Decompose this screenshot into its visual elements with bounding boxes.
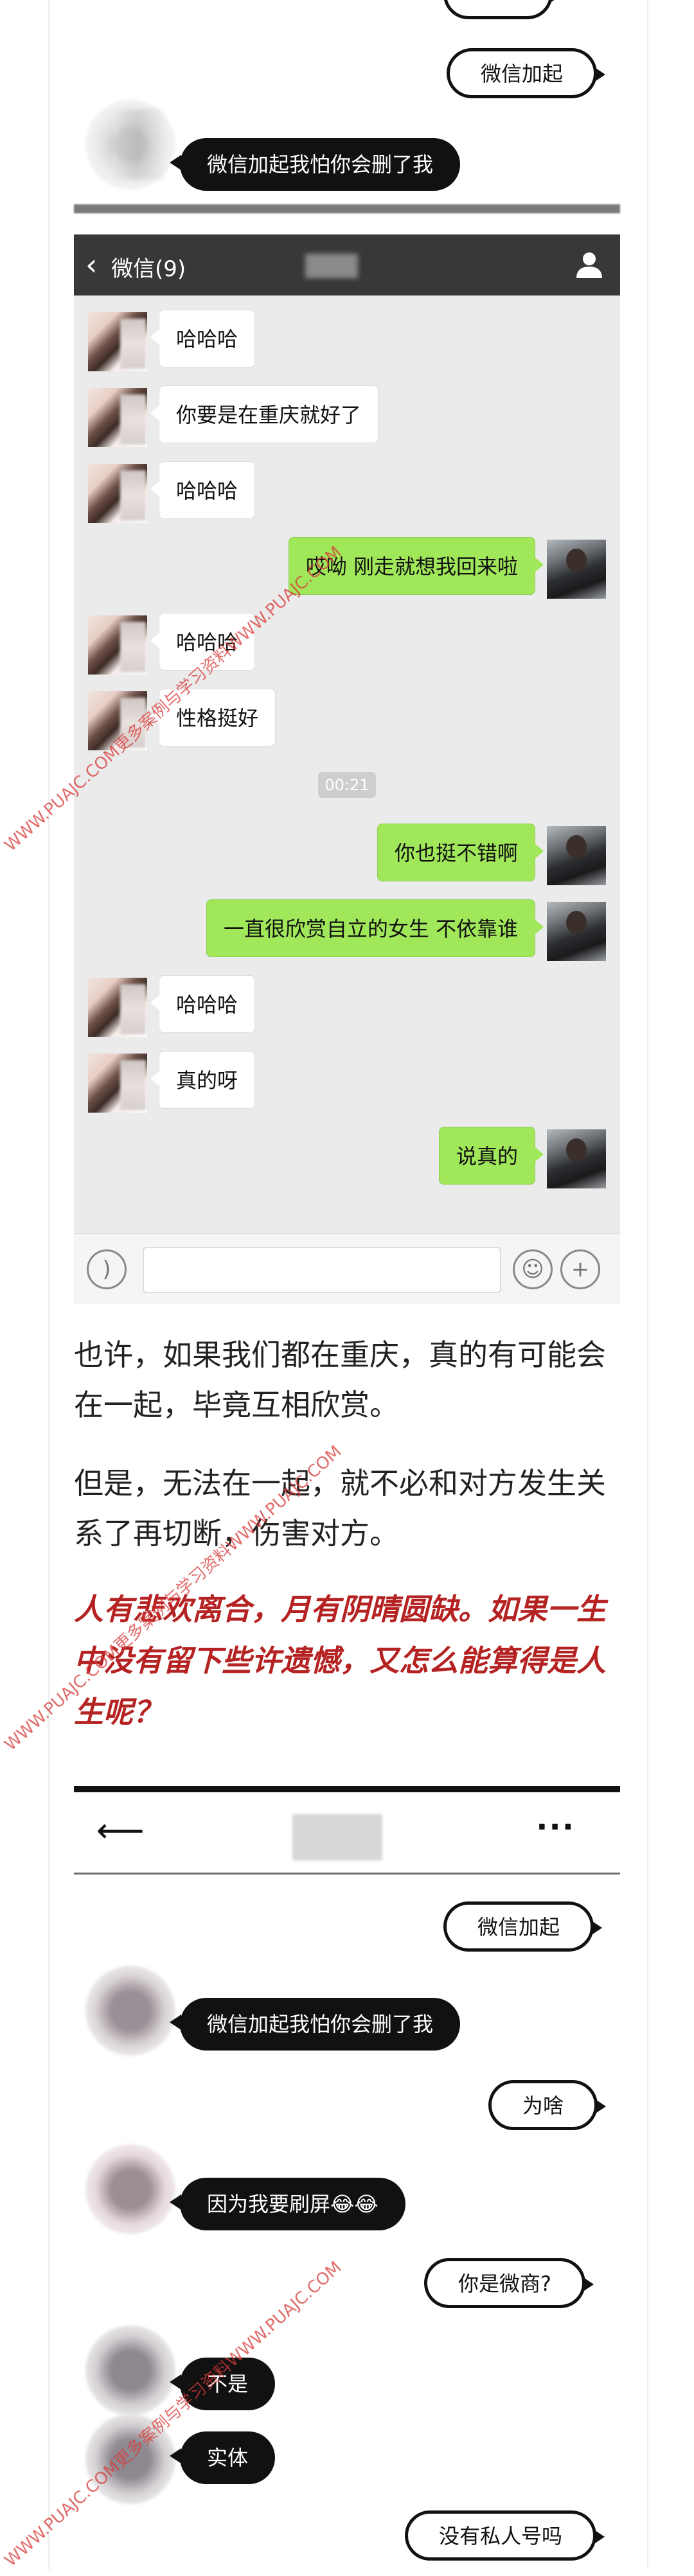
message-bubble: 哈哈哈 bbox=[150, 461, 256, 519]
voice-icon[interactable]: ) bbox=[87, 1249, 127, 1289]
message-row: 你要是在重庆就好了 bbox=[74, 385, 620, 447]
message-bubble-sent: 为啥 bbox=[488, 2080, 607, 2130]
message-row: 哈哈哈 bbox=[74, 310, 620, 371]
back-arrow-icon[interactable]: ⟵ bbox=[96, 1812, 145, 1850]
blurred-avatar-overlay bbox=[112, 109, 164, 180]
cropped-strip bbox=[74, 204, 620, 213]
wechat-header: ‹ 微信(9) bbox=[74, 234, 620, 296]
contact-avatar[interactable] bbox=[88, 464, 147, 523]
message-row: 说真的 bbox=[74, 1127, 620, 1188]
message-row: 哈哈哈 bbox=[74, 461, 620, 523]
message-bubble-sent: 没有私人号吗 bbox=[405, 2510, 605, 2561]
top-chat-bubble-right bbox=[443, 0, 561, 19]
message-bubble-sent: 一直很欣赏自立的女生 不依靠谁 bbox=[206, 899, 544, 957]
wechat-message-list: 哈哈哈 你要是在重庆就好了 哈哈哈 哎呦 刚走就想我回来啦 哈哈哈 性格挺好 0… bbox=[74, 296, 620, 1233]
second-chat-screenshot: ⟵ ··· 微信加起 微信加起我怕你会删了我 为啥 因为我要刷屏😂😂 你是微商?… bbox=[74, 1786, 620, 2576]
timestamp-badge: 00:21 bbox=[318, 772, 376, 798]
top-chat-bubble-left: 微信加起我怕你会删了我 bbox=[169, 138, 461, 191]
top-chat: 微信加起 微信加起我怕你会删了我 bbox=[74, 0, 620, 215]
message-bubble: 因为我要刷屏😂😂 bbox=[170, 2178, 405, 2230]
self-avatar[interactable] bbox=[547, 902, 606, 961]
message-row: 哈哈哈 bbox=[74, 613, 620, 675]
self-avatar[interactable] bbox=[547, 1129, 606, 1188]
article-paragraph-1: 也许，如果我们都在重庆，真的有可能会在一起，毕竟互相欣赏。 bbox=[74, 1337, 606, 1422]
contact-avatar[interactable] bbox=[88, 978, 147, 1037]
article-paragraph-2: 但是，无法在一起，就不必和对方发生关系了再切断，伤害对方。 bbox=[74, 1466, 606, 1551]
message-row: 哎呦 刚走就想我回来啦 bbox=[74, 537, 620, 599]
input-bar: ) ☺ + bbox=[74, 1233, 620, 1304]
back-label[interactable]: 微信(9) bbox=[111, 251, 186, 283]
blurred-avatar bbox=[85, 2325, 175, 2415]
message-row: 你也挺不错啊 bbox=[74, 824, 620, 885]
message-bubble: 哈哈哈 bbox=[150, 310, 256, 367]
more-icon[interactable]: ··· bbox=[536, 1809, 575, 1845]
message-row: 一直很欣赏自立的女生 不依靠谁 bbox=[74, 899, 620, 961]
contact-name-blurred bbox=[292, 1814, 382, 1860]
top-chat-bubble-right-2: 微信加起 bbox=[447, 48, 606, 98]
wechat-screenshot: ‹ 微信(9) 哈哈哈 你要是在重庆就好了 哈哈哈 哎呦 刚走就想我回来啦 哈哈… bbox=[74, 234, 620, 1304]
contact-avatar[interactable] bbox=[88, 615, 147, 675]
self-avatar[interactable] bbox=[547, 540, 606, 599]
blurred-avatar bbox=[85, 1966, 175, 2056]
back-chevron-icon[interactable]: ‹ bbox=[85, 246, 97, 283]
message-bubble-sent: 微信加起 bbox=[443, 1901, 603, 1952]
person-icon[interactable] bbox=[574, 249, 605, 279]
contact-name-blurred bbox=[305, 254, 358, 278]
plus-icon[interactable]: + bbox=[560, 1249, 600, 1289]
contact-avatar[interactable] bbox=[88, 388, 147, 447]
message-bubble-sent: 说真的 bbox=[438, 1127, 544, 1185]
message-bubble-sent: 你也挺不错啊 bbox=[377, 824, 544, 881]
message-bubble: 哈哈哈 bbox=[150, 975, 256, 1033]
message-row: 真的呀 bbox=[74, 1051, 620, 1113]
message-input[interactable] bbox=[143, 1247, 501, 1293]
message-bubble: 实体 bbox=[169, 2431, 276, 2484]
self-avatar[interactable] bbox=[547, 826, 606, 885]
message-bubble: 微信加起我怕你会删了我 bbox=[169, 1998, 461, 2051]
contact-avatar[interactable] bbox=[88, 312, 147, 371]
emoji-icon[interactable]: ☺ bbox=[513, 1249, 553, 1289]
message-row: 哈哈哈 bbox=[74, 975, 620, 1037]
second-chat-header: ⟵ ··· bbox=[74, 1792, 620, 1875]
message-bubble: 你要是在重庆就好了 bbox=[150, 385, 379, 443]
message-bubble-sent: 你是微商? bbox=[424, 2258, 594, 2308]
message-bubble: 真的呀 bbox=[150, 1051, 256, 1109]
blurred-avatar bbox=[85, 2144, 175, 2234]
contact-avatar[interactable] bbox=[88, 1054, 147, 1113]
